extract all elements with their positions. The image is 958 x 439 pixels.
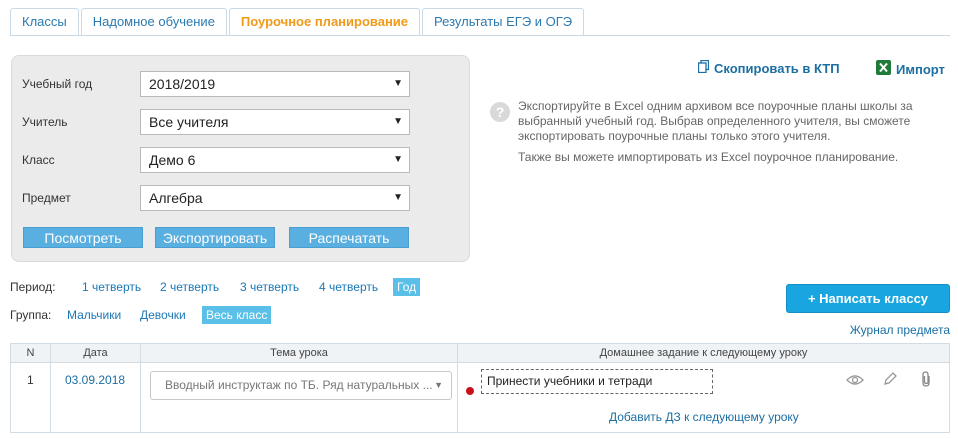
group-boys[interactable]: Мальчики (63, 306, 125, 324)
period-year[interactable]: Год (393, 278, 421, 296)
period-q2[interactable]: 2 четверть (156, 278, 223, 296)
import-label: Импорт (896, 61, 945, 77)
row-date-link[interactable]: 03.09.2018 (65, 373, 125, 387)
status-dot-icon (466, 387, 474, 395)
excel-icon (876, 60, 891, 78)
col-header-n: N (11, 344, 51, 364)
subject-select[interactable]: Алгебра ▼ (140, 185, 410, 211)
export-help: ? Экспортируйте в Excel одним архивом вс… (490, 99, 945, 171)
tab-exam-results[interactable]: Результаты ЕГЭ и ОГЭ (422, 8, 585, 36)
teacher-label: Учитель (22, 115, 68, 129)
period-q3[interactable]: 3 четверть (236, 278, 303, 296)
view-button[interactable]: Посмотреть (23, 227, 143, 248)
lesson-topic-select[interactable]: Вводный инструктаж по ТБ. Ряд натуральны… (150, 371, 452, 400)
dropdown-arrow-icon: ▼ (393, 192, 403, 203)
import-link[interactable]: Импорт (876, 60, 945, 78)
dropdown-arrow-icon: ▼ (434, 380, 443, 390)
subject-label: Предмет (22, 191, 71, 205)
journal-link[interactable]: Журнал предмета (850, 323, 950, 337)
year-value: 2018/2019 (149, 76, 216, 92)
class-value: Демо 6 (149, 152, 196, 168)
export-button[interactable]: Экспортировать (155, 227, 275, 248)
year-select[interactable]: 2018/2019 ▼ (140, 71, 410, 97)
period-label: Период: (10, 280, 56, 294)
period-filter: Период: 1 четверть 2 четверть 3 четверть… (10, 278, 430, 296)
group-filter: Группа: Мальчики Девочки Весь класс (10, 306, 310, 324)
filter-row-teacher: Учитель Все учителя ▼ (12, 109, 469, 135)
print-button[interactable]: Распечатать (289, 227, 409, 248)
paperclip-icon[interactable] (915, 371, 937, 393)
subject-value: Алгебра (149, 190, 203, 206)
teacher-value: Все учителя (149, 114, 229, 130)
dropdown-arrow-icon: ▼ (393, 116, 403, 127)
add-homework-link[interactable]: Добавить ДЗ к следующему уроку (609, 410, 799, 424)
group-whole-class[interactable]: Весь класс (202, 306, 272, 324)
teacher-select[interactable]: Все учителя ▼ (140, 109, 410, 135)
year-label: Учебный год (22, 77, 93, 91)
period-q1[interactable]: 1 четверть (78, 278, 145, 296)
eye-icon[interactable] (844, 371, 866, 393)
lessons-table-header: N Дата Тема урока Домашнее задание к сле… (10, 343, 950, 364)
tab-home-schooling[interactable]: Надомное обучение (80, 8, 227, 36)
tab-classes[interactable]: Классы (10, 8, 79, 36)
tabs-bar: Классы Надомное обучение Поурочное плани… (10, 8, 586, 36)
col-header-topic: Тема урока (141, 344, 458, 364)
class-label: Класс (22, 153, 55, 167)
help-text-import: Также вы можете импортировать из Excel п… (518, 150, 899, 164)
tabs-divider (10, 35, 950, 36)
period-q4[interactable]: 4 четверть (315, 278, 382, 296)
col-header-date: Дата (51, 344, 141, 364)
homework-text[interactable]: Принести учебники и тетради (481, 369, 713, 394)
copy-ktp-label: Скопировать в КТП (714, 60, 840, 76)
dropdown-arrow-icon: ▼ (393, 78, 403, 89)
cell-n: 1 (11, 363, 51, 432)
group-girls[interactable]: Девочки (136, 306, 190, 324)
filter-panel: Учебный год 2018/2019 ▼ Учитель Все учит… (11, 55, 470, 262)
row-number: 1 (27, 373, 34, 387)
table-row: 1 03.09.2018 Вводный инструктаж по ТБ. Р… (10, 363, 950, 433)
write-class-button[interactable]: + Написать классу (786, 284, 950, 313)
filter-row-class: Класс Демо 6 ▼ (12, 147, 469, 173)
question-icon: ? (490, 102, 510, 122)
group-label: Группа: (10, 308, 52, 322)
dropdown-arrow-icon: ▼ (393, 154, 403, 165)
filter-row-year: Учебный год 2018/2019 ▼ (12, 71, 469, 97)
tab-lesson-planning[interactable]: Поурочное планирование (228, 8, 421, 36)
pencil-icon[interactable] (879, 371, 901, 393)
lesson-topic-value: Вводный инструктаж по ТБ. Ряд натуральны… (165, 378, 433, 392)
help-text-export: Экспортируйте в Excel одним архивом все … (518, 99, 913, 143)
copy-ktp-link[interactable]: Скопировать в КТП (697, 59, 840, 76)
filter-row-subject: Предмет Алгебра ▼ (12, 185, 469, 211)
cell-date: 03.09.2018 (51, 363, 141, 432)
col-header-homework: Домашнее задание к следующему уроку (599, 347, 808, 359)
copy-icon (697, 59, 710, 76)
class-select[interactable]: Демо 6 ▼ (140, 147, 410, 173)
